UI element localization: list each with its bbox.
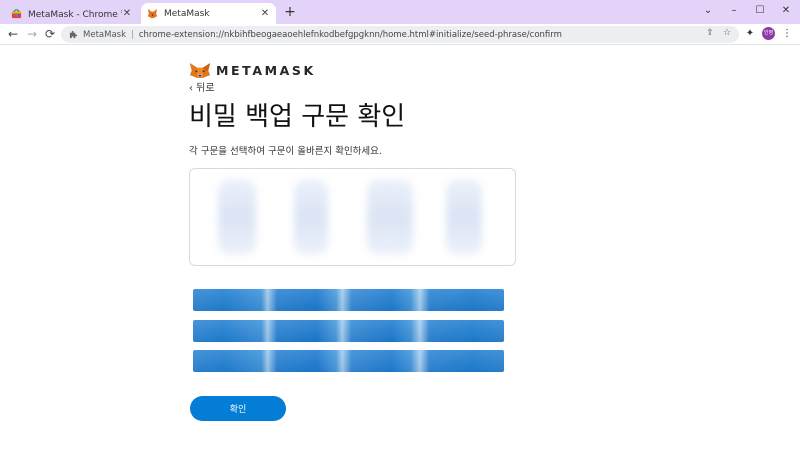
new-tab-button[interactable]: +: [283, 4, 297, 20]
back-arrow-icon[interactable]: ←: [5, 26, 21, 42]
metamask-fox-icon: [189, 62, 211, 78]
word-button-row[interactable]: [193, 350, 504, 372]
tab-strip: MetaMask - Chrome 웹 스토어 ✕ MetaMask ✕ + ⌄…: [0, 0, 800, 24]
blurred-word-column: [367, 179, 413, 255]
extension-puzzle-icon: [69, 30, 78, 39]
extensions-icon[interactable]: ✦: [743, 27, 757, 41]
tab-title: MetaMask: [164, 8, 210, 19]
blurred-word-column: [446, 179, 482, 255]
back-link[interactable]: ‹ 뒤로: [189, 79, 215, 94]
share-icon[interactable]: ⇪: [704, 27, 716, 39]
tab-close-icon[interactable]: ✕: [260, 8, 270, 19]
tab-metamask[interactable]: MetaMask ✕: [141, 3, 276, 24]
phrase-word-buttons: [193, 289, 504, 373]
minimize-window-button[interactable]: –: [724, 2, 744, 20]
word-button-row[interactable]: [193, 289, 504, 311]
close-window-button[interactable]: ✕: [776, 2, 796, 20]
blurred-word-column: [218, 179, 256, 255]
tab-search-icon[interactable]: ⌄: [698, 2, 718, 20]
tab-title: MetaMask - Chrome 웹 스토어: [28, 10, 122, 20]
metamask-fox-icon: [147, 8, 158, 19]
selected-phrase-area: [189, 168, 516, 266]
address-url: chrome-extension://nkbihfbeogaeaoehlefnk…: [138, 29, 562, 40]
maximize-window-button[interactable]: ☐: [750, 2, 770, 20]
site-origin: MetaMask: [83, 29, 126, 40]
profile-avatar[interactable]: 인영: [762, 27, 775, 40]
chrome-menu-icon[interactable]: ⋮: [780, 27, 794, 41]
bookmark-star-icon[interactable]: ☆: [721, 27, 733, 39]
tab-close-icon[interactable]: ✕: [122, 8, 132, 19]
reload-icon[interactable]: ⟳: [42, 26, 58, 42]
metamask-logo: METAMASK: [189, 61, 316, 79]
address-bar[interactable]: MetaMask | chrome-extension://nkbihfbeog…: [61, 26, 739, 43]
instruction-text: 각 구문을 선택하여 구문이 올바른지 확인하세요.: [189, 146, 382, 157]
chrome-web-store-icon: [11, 9, 22, 19]
address-separator: |: [131, 29, 134, 40]
page-title: 비밀 백업 구문 확인: [189, 102, 406, 132]
blurred-word-column: [294, 179, 328, 255]
forward-arrow-icon[interactable]: →: [24, 26, 40, 42]
word-button-row[interactable]: [193, 320, 504, 342]
metamask-wordmark: METAMASK: [216, 62, 316, 78]
browser-toolbar: ← → ⟳ MetaMask | chrome-extension://nkbi…: [0, 24, 800, 45]
confirm-button[interactable]: 확인: [190, 396, 286, 421]
tab-metamask-web-store[interactable]: MetaMask - Chrome 웹 스토어 ✕: [5, 3, 138, 24]
